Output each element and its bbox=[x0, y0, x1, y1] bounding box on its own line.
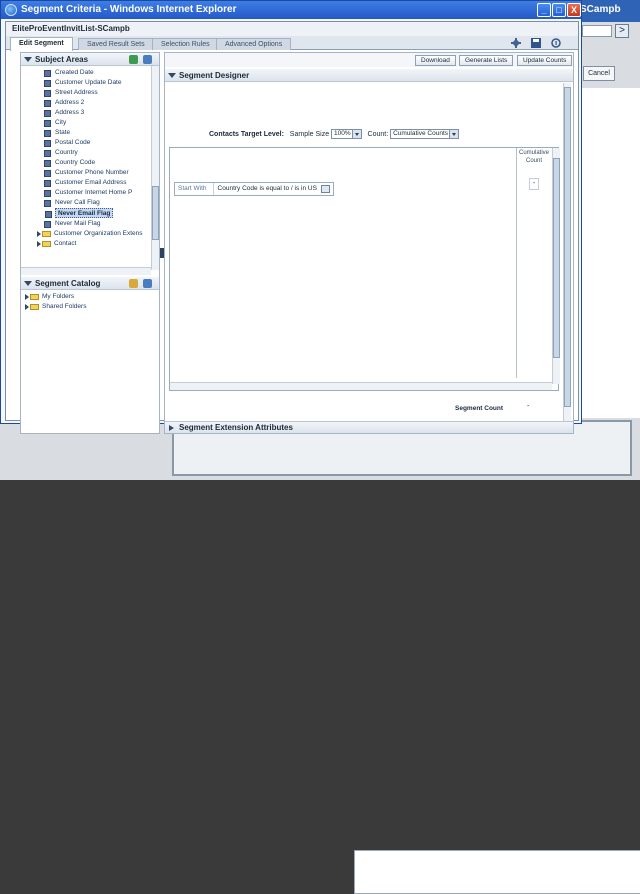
minimize-button[interactable]: _ bbox=[537, 3, 551, 17]
subject-areas-tree: Created Date Customer Update Date Street… bbox=[21, 66, 149, 270]
subject-areas-hscrollbar[interactable] bbox=[21, 267, 151, 275]
close-button[interactable]: X bbox=[567, 3, 581, 17]
segment-designer-panel: Download Generate Lists Update Counts Se… bbox=[164, 52, 574, 434]
designer-scrollbar[interactable] bbox=[563, 83, 571, 427]
target-level-label: Contacts Target Level: bbox=[209, 130, 284, 138]
sample-size-select[interactable]: 100% bbox=[331, 129, 362, 139]
tab-advanced-options[interactable]: Advanced Options bbox=[216, 38, 292, 50]
collapse-icon[interactable] bbox=[24, 281, 32, 286]
column-item[interactable]: State bbox=[44, 128, 70, 138]
ie-logo-icon bbox=[5, 4, 17, 16]
designer-toolbar: Download Generate Lists Update Counts bbox=[165, 53, 573, 67]
expand-icon[interactable] bbox=[37, 241, 41, 247]
folder-icon bbox=[42, 231, 51, 237]
chevron-down-icon[interactable] bbox=[351, 130, 361, 138]
scroll-thumb[interactable] bbox=[152, 186, 159, 240]
folder-item[interactable]: Customer Organization Extens bbox=[37, 229, 143, 239]
column-item[interactable]: Address 3 bbox=[44, 108, 84, 118]
sample-size-label: Sample Size bbox=[289, 130, 330, 138]
background-cancel-button[interactable]: Cancel bbox=[583, 66, 615, 81]
search-icon[interactable] bbox=[143, 55, 152, 64]
segment-extension-header[interactable]: Segment Extension Attributes bbox=[165, 421, 573, 433]
column-item[interactable]: Address 2 bbox=[44, 98, 84, 108]
scroll-thumb[interactable] bbox=[553, 158, 560, 358]
cumulative-count-column: Cumulative Count - bbox=[516, 148, 550, 378]
column-item[interactable]: Created Date bbox=[44, 68, 94, 78]
edit-criteria-icon[interactable] bbox=[321, 185, 330, 193]
cumulative-count-header: Cumulative Count bbox=[518, 150, 549, 164]
column-item[interactable]: Postal Code bbox=[44, 138, 90, 148]
grid-scrollbar[interactable] bbox=[552, 148, 560, 384]
expand-icon[interactable] bbox=[169, 425, 174, 431]
tab-bar: Edit Segment Saved Result Sets Selection… bbox=[6, 36, 578, 51]
segment-extension-title: Segment Extension Attributes bbox=[179, 423, 293, 432]
background-input[interactable] bbox=[582, 25, 612, 37]
grid-hscrollbar[interactable] bbox=[170, 382, 552, 390]
column-item[interactable]: Country Code bbox=[44, 158, 95, 168]
window-title: Segment Criteria - Windows Internet Expl… bbox=[21, 4, 237, 15]
column-item[interactable]: Street Address bbox=[44, 88, 98, 98]
criteria-grid: Start With Country Code is equal to / is … bbox=[169, 147, 560, 391]
ie-window: Segment Criteria - Windows Internet Expl… bbox=[0, 0, 582, 434]
folder-icon bbox=[42, 241, 51, 247]
column-item[interactable]: Customer Update Date bbox=[44, 78, 121, 88]
criteria-text: Country Code is equal to / is in US bbox=[217, 185, 317, 192]
count-select[interactable]: Cumulative Counts bbox=[390, 129, 460, 139]
help-icon[interactable] bbox=[550, 38, 562, 48]
background-panel bbox=[580, 88, 640, 418]
segment-catalog-header[interactable]: Segment Catalog bbox=[21, 277, 159, 290]
segment-catalog-title: Segment Catalog bbox=[35, 279, 101, 288]
subject-areas-header[interactable]: Subject Areas bbox=[21, 53, 159, 66]
segment-count-label: Segment Count bbox=[455, 405, 504, 412]
column-item[interactable]: Never Call Flag bbox=[44, 198, 100, 208]
tab-selection-rules[interactable]: Selection Rules bbox=[152, 38, 219, 50]
generate-lists-button[interactable]: Generate Lists bbox=[459, 55, 514, 66]
scroll-thumb[interactable] bbox=[564, 87, 571, 407]
count-label: Count: bbox=[367, 130, 389, 138]
tools-icon[interactable] bbox=[510, 38, 522, 48]
background-title: SCampb bbox=[580, 4, 621, 15]
column-item[interactable]: Never Mail Flag bbox=[44, 219, 101, 229]
column-item[interactable]: Country bbox=[44, 148, 78, 158]
save-icon[interactable] bbox=[530, 38, 542, 48]
collapse-icon[interactable] bbox=[168, 73, 176, 78]
chevron-down-icon[interactable] bbox=[449, 130, 459, 138]
expand-icon[interactable] bbox=[37, 231, 41, 237]
folder-icon bbox=[30, 294, 39, 300]
maximize-button[interactable]: □ bbox=[552, 3, 566, 17]
tab-edit-segment[interactable]: Edit Segment bbox=[10, 37, 73, 51]
update-counts-button[interactable]: Update Counts bbox=[517, 55, 573, 66]
column-item[interactable]: City bbox=[44, 118, 66, 128]
new-folder-icon[interactable] bbox=[129, 279, 138, 288]
expand-icon[interactable] bbox=[25, 294, 29, 300]
criteria-block[interactable]: Start With Country Code is equal to / is … bbox=[174, 182, 334, 196]
subject-areas-scrollbar[interactable] bbox=[151, 66, 159, 270]
refresh-icon[interactable] bbox=[143, 279, 152, 288]
folder-item[interactable]: Shared Folders bbox=[25, 302, 86, 312]
column-item[interactable]: Customer Phone Number bbox=[44, 168, 129, 178]
target-level-row: Contacts Target Level: Sample Size 100% … bbox=[209, 129, 460, 139]
segment-count-value: - bbox=[527, 403, 530, 410]
column-item-selected[interactable]: Never Email Flag bbox=[45, 208, 114, 218]
segment-designer-header[interactable]: Segment Designer bbox=[165, 69, 573, 82]
download-button[interactable]: Download bbox=[415, 55, 456, 66]
window-title-bar[interactable]: Segment Criteria - Windows Internet Expl… bbox=[1, 1, 581, 19]
cumulative-count-value: - bbox=[529, 178, 539, 190]
page-frame: EliteProEventInvitList-SCampb Edit Segme… bbox=[5, 21, 579, 434]
start-with-label: Start With bbox=[175, 183, 214, 195]
collapse-icon[interactable] bbox=[24, 57, 32, 62]
background-go-button[interactable]: > bbox=[615, 24, 629, 38]
folder-icon bbox=[30, 304, 39, 310]
subject-areas-title: Subject Areas bbox=[35, 55, 89, 64]
segment-designer-title: Segment Designer bbox=[179, 71, 250, 80]
folder-item[interactable]: My Folders bbox=[25, 292, 74, 302]
column-item[interactable]: Customer Email Address bbox=[44, 178, 127, 188]
page-title: EliteProEventInvitList-SCampb bbox=[6, 22, 578, 36]
left-panel: Subject Areas Created Date Customer Upda… bbox=[20, 52, 160, 434]
expand-icon[interactable] bbox=[25, 304, 29, 310]
refresh-icon[interactable] bbox=[129, 55, 138, 64]
folder-item[interactable]: Contact bbox=[37, 239, 76, 249]
tab-saved-result-sets[interactable]: Saved Result Sets bbox=[78, 38, 154, 50]
column-item[interactable]: Customer Internet Home P bbox=[44, 188, 132, 198]
